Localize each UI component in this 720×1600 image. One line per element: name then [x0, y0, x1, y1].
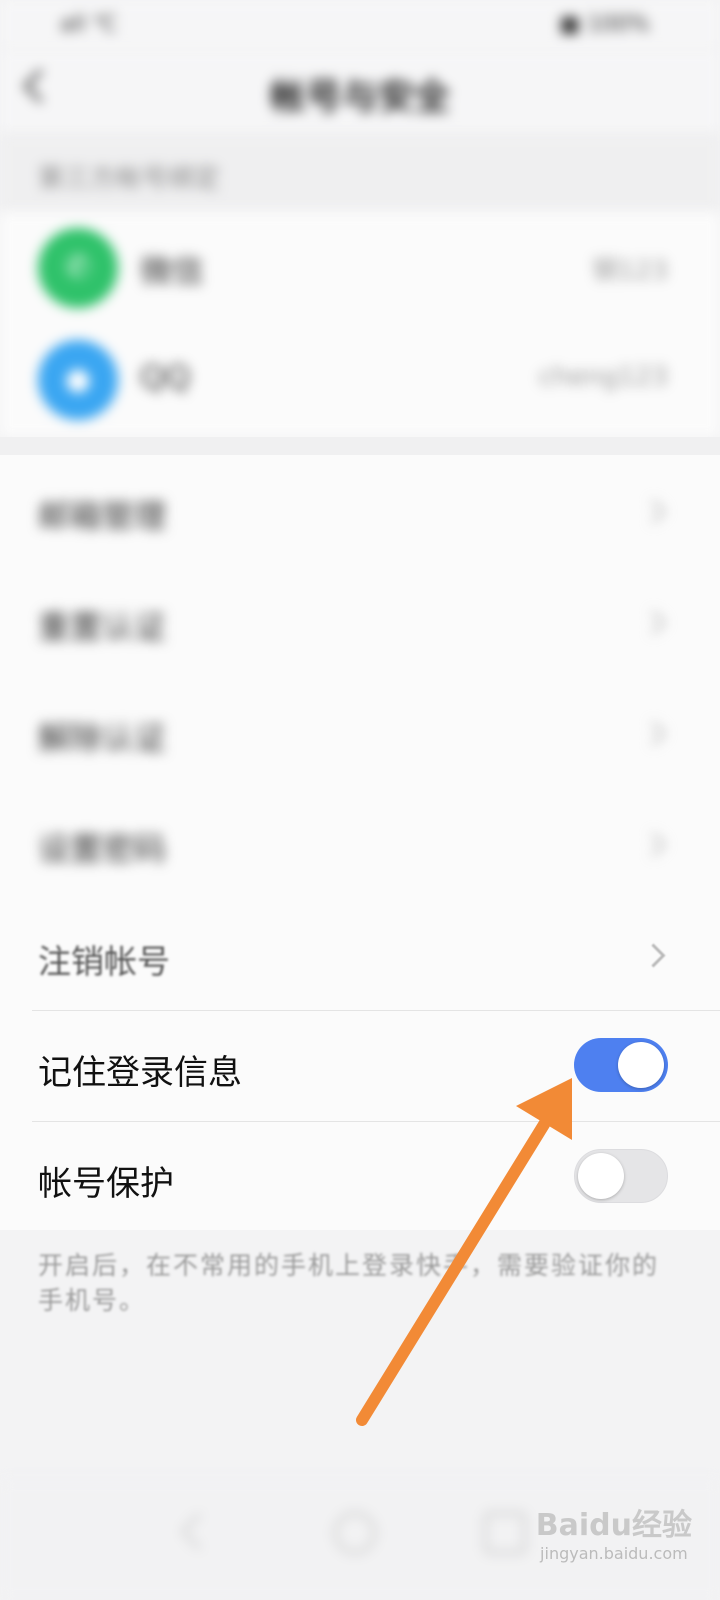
menu-item-label: 注销帐号 — [38, 942, 170, 981]
linked-account-label: QQ — [140, 358, 191, 396]
wechat-icon: ✆ — [38, 228, 118, 308]
section-gap — [0, 437, 720, 455]
toggle-knob — [618, 1042, 664, 1088]
baidu-watermark: Baidu经验 jingyan.baidu.com — [536, 1500, 692, 1563]
linked-account-wechat[interactable]: ✆ 微信 钢123 — [0, 212, 720, 324]
menu-item-label: 邮箱管理 — [38, 497, 167, 535]
setting-remember-login: 记住登录信息 — [0, 1010, 720, 1121]
menu-item-label: 解除认证 — [38, 719, 167, 757]
linked-account-qq[interactable]: ● QQ cheng123 — [0, 324, 720, 436]
menu-item-label: 设置密码 — [38, 830, 167, 868]
linked-accounts-list: ✆ 微信 钢123 ● QQ cheng123 — [0, 212, 720, 437]
chevron-right-icon — [641, 610, 666, 635]
watermark-main: Baidu经验 — [535, 1508, 692, 1543]
linked-account-value: cheng123 — [538, 362, 668, 392]
menu-item-email[interactable]: 邮箱管理 — [0, 455, 720, 566]
qq-icon-glyph: ● — [64, 362, 92, 397]
status-right-text: ■ 100% — [559, 12, 650, 37]
setting-label: 记住登录信息 — [38, 1053, 242, 1093]
nav-recents-icon[interactable] — [484, 1512, 526, 1554]
setting-label: 帐号保护 — [38, 1164, 174, 1204]
chevron-right-icon — [641, 721, 666, 746]
protection-description: 开启后，在不常用的手机上登录快手，需要验证你的手机号。 — [38, 1251, 660, 1315]
menu-item-delete-account[interactable]: 注销帐号 — [0, 899, 720, 1010]
top-navigation: 帐号与安全 — [0, 50, 720, 134]
nav-home-icon[interactable] — [334, 1512, 376, 1554]
nav-back-icon[interactable] — [180, 1512, 219, 1551]
status-left-text: all ℃ — [60, 12, 118, 37]
watermark-sub: jingyan.baidu.com — [540, 1544, 688, 1563]
menu-item-remove-verification[interactable]: 解除认证 — [0, 677, 720, 788]
page-title: 帐号与安全 — [269, 77, 450, 118]
linked-accounts-header-label: 第三方帐号绑定 — [38, 164, 221, 194]
setting-account-protection: 帐号保护 — [0, 1121, 720, 1232]
status-bar: all ℃ ■ 100% — [0, 0, 720, 50]
linked-account-value: 钢123 — [592, 256, 668, 286]
remember-login-toggle[interactable] — [574, 1038, 668, 1092]
menu-item-label: 重置认证 — [38, 608, 167, 646]
menu-item-set-password[interactable]: 设置密码 — [0, 788, 720, 899]
linked-account-label: 微信 — [140, 252, 205, 290]
settings-menu: 邮箱管理 重置认证 解除认证 设置密码 注销帐号 记住登录信息 帐号保护 — [0, 455, 720, 1230]
account-protection-toggle[interactable] — [574, 1149, 668, 1203]
chevron-right-icon — [641, 832, 666, 857]
linked-accounts-header: 第三方帐号绑定 — [0, 134, 720, 212]
toggle-knob — [578, 1153, 624, 1199]
wechat-icon-glyph: ✆ — [65, 250, 91, 285]
qq-icon: ● — [38, 340, 118, 420]
menu-item-reset-verification[interactable]: 重置认证 — [0, 566, 720, 677]
chevron-right-icon — [641, 943, 666, 968]
chevron-right-icon — [641, 499, 666, 524]
